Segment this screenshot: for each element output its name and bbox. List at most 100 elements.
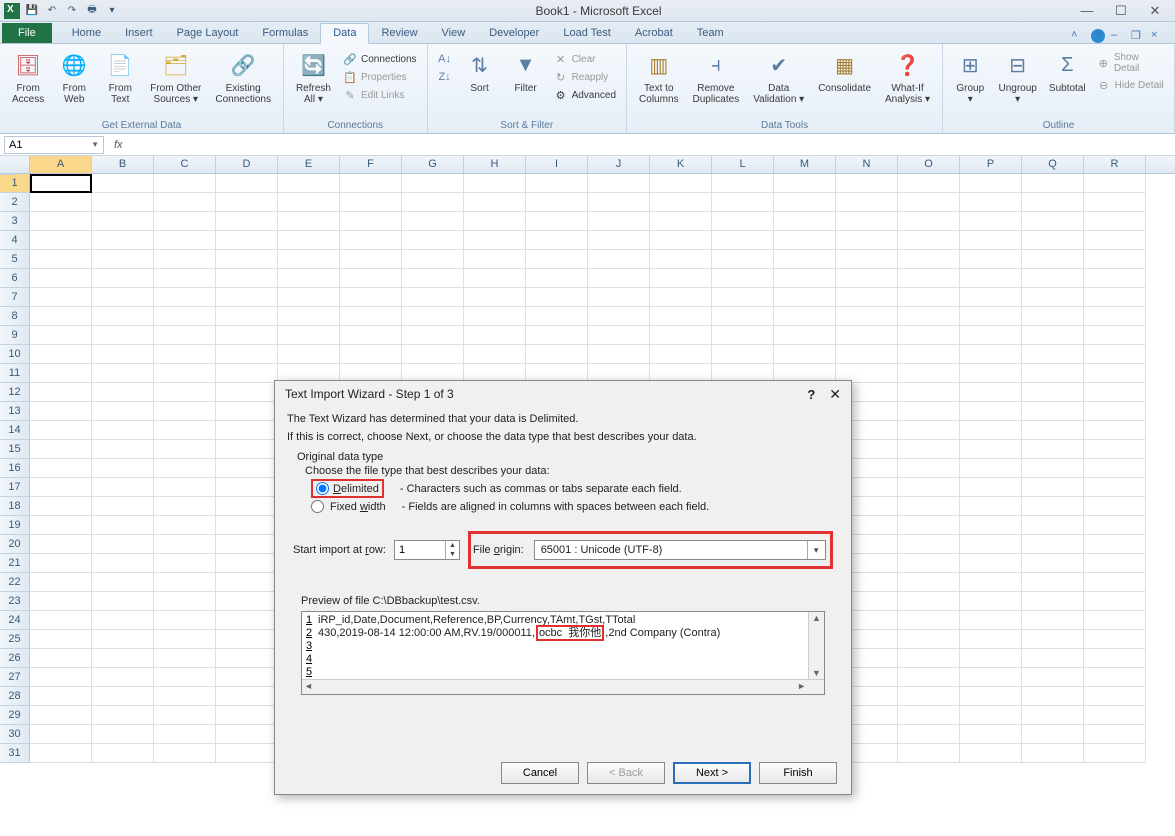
cell[interactable] — [960, 421, 1022, 440]
cell[interactable] — [836, 193, 898, 212]
cell[interactable] — [960, 364, 1022, 383]
next-button[interactable]: Next > — [673, 762, 751, 784]
cell[interactable] — [216, 630, 278, 649]
cell[interactable] — [154, 250, 216, 269]
cell[interactable] — [960, 687, 1022, 706]
cell[interactable] — [402, 288, 464, 307]
cell[interactable] — [1022, 668, 1084, 687]
row-header[interactable]: 3 — [0, 212, 29, 231]
row-header[interactable]: 22 — [0, 573, 29, 592]
cell[interactable] — [960, 668, 1022, 687]
help-icon[interactable]: ? — [1091, 29, 1105, 43]
dialog-titlebar[interactable]: Text Import Wizard - Step 1 of 3 ? ✕ — [275, 381, 851, 407]
cell[interactable] — [650, 231, 712, 250]
cell[interactable] — [340, 231, 402, 250]
cell[interactable] — [1022, 402, 1084, 421]
cell[interactable] — [216, 516, 278, 535]
cell[interactable] — [898, 212, 960, 231]
row-header[interactable]: 23 — [0, 592, 29, 611]
cell[interactable] — [216, 497, 278, 516]
row-header[interactable]: 11 — [0, 364, 29, 383]
cell[interactable] — [30, 288, 92, 307]
cell[interactable] — [278, 212, 340, 231]
cell[interactable] — [402, 193, 464, 212]
cell[interactable] — [216, 288, 278, 307]
cell[interactable] — [650, 212, 712, 231]
cell[interactable] — [1022, 516, 1084, 535]
cell[interactable] — [960, 554, 1022, 573]
cell[interactable] — [216, 364, 278, 383]
name-box[interactable]: A1 ▼ — [4, 136, 104, 154]
cell[interactable] — [960, 250, 1022, 269]
cell[interactable] — [588, 250, 650, 269]
cell[interactable] — [154, 706, 216, 725]
cell[interactable] — [898, 421, 960, 440]
column-header[interactable]: I — [526, 156, 588, 173]
cell[interactable] — [1022, 459, 1084, 478]
existing-connections-button[interactable]: 🔗ExistingConnections — [209, 47, 277, 107]
row-header[interactable]: 12 — [0, 383, 29, 402]
row-header[interactable]: 29 — [0, 706, 29, 725]
cell[interactable] — [92, 440, 154, 459]
cell[interactable] — [712, 307, 774, 326]
tab-home[interactable]: Home — [60, 24, 113, 43]
formula-input[interactable] — [133, 136, 1175, 154]
cell[interactable] — [1084, 212, 1146, 231]
save-icon[interactable]: 💾 — [24, 3, 40, 19]
cell[interactable] — [92, 326, 154, 345]
column-header[interactable]: L — [712, 156, 774, 173]
cell[interactable] — [1022, 193, 1084, 212]
cell[interactable] — [588, 231, 650, 250]
reapply-button[interactable]: ↻Reapply — [550, 69, 620, 85]
cell[interactable] — [836, 231, 898, 250]
cell[interactable] — [1022, 554, 1084, 573]
cell[interactable] — [960, 630, 1022, 649]
cell[interactable] — [1084, 668, 1146, 687]
row-header[interactable]: 10 — [0, 345, 29, 364]
cell[interactable] — [30, 307, 92, 326]
cell[interactable] — [154, 630, 216, 649]
row-header[interactable]: 24 — [0, 611, 29, 630]
cell[interactable] — [960, 516, 1022, 535]
fx-icon[interactable]: fx — [114, 139, 123, 151]
cell[interactable] — [1084, 250, 1146, 269]
row-header[interactable]: 21 — [0, 554, 29, 573]
cell[interactable] — [464, 345, 526, 364]
cell[interactable] — [464, 269, 526, 288]
window-min-icon[interactable]: – — [1111, 29, 1125, 43]
cell[interactable] — [402, 212, 464, 231]
cell[interactable] — [1084, 592, 1146, 611]
cell[interactable] — [1084, 687, 1146, 706]
cell[interactable] — [1022, 573, 1084, 592]
cell[interactable] — [30, 668, 92, 687]
cell[interactable] — [898, 364, 960, 383]
sort-button[interactable]: ⇅Sort — [458, 47, 502, 96]
cell[interactable] — [774, 326, 836, 345]
cell[interactable] — [960, 535, 1022, 554]
column-header[interactable]: Q — [1022, 156, 1084, 173]
cell[interactable] — [30, 250, 92, 269]
file-origin-combo[interactable]: 65001 : Unicode (UTF-8) ▾ — [534, 540, 826, 560]
cell[interactable] — [774, 231, 836, 250]
cell[interactable] — [650, 250, 712, 269]
cell[interactable] — [1084, 402, 1146, 421]
preview-hscroll[interactable] — [302, 679, 824, 694]
window-close-icon[interactable]: × — [1151, 29, 1165, 43]
cell[interactable] — [1084, 554, 1146, 573]
cell[interactable] — [1022, 478, 1084, 497]
cell[interactable] — [216, 440, 278, 459]
cell[interactable] — [30, 630, 92, 649]
cell[interactable] — [1022, 345, 1084, 364]
cell[interactable] — [216, 706, 278, 725]
cell[interactable] — [154, 174, 216, 193]
cell[interactable] — [92, 459, 154, 478]
cell[interactable] — [526, 307, 588, 326]
cell[interactable] — [898, 573, 960, 592]
cell[interactable] — [774, 307, 836, 326]
cell[interactable] — [464, 212, 526, 231]
cell[interactable] — [1084, 630, 1146, 649]
dialog-close-icon[interactable]: ✕ — [829, 386, 841, 403]
row-header[interactable]: 16 — [0, 459, 29, 478]
cell[interactable] — [774, 174, 836, 193]
cell[interactable] — [774, 193, 836, 212]
